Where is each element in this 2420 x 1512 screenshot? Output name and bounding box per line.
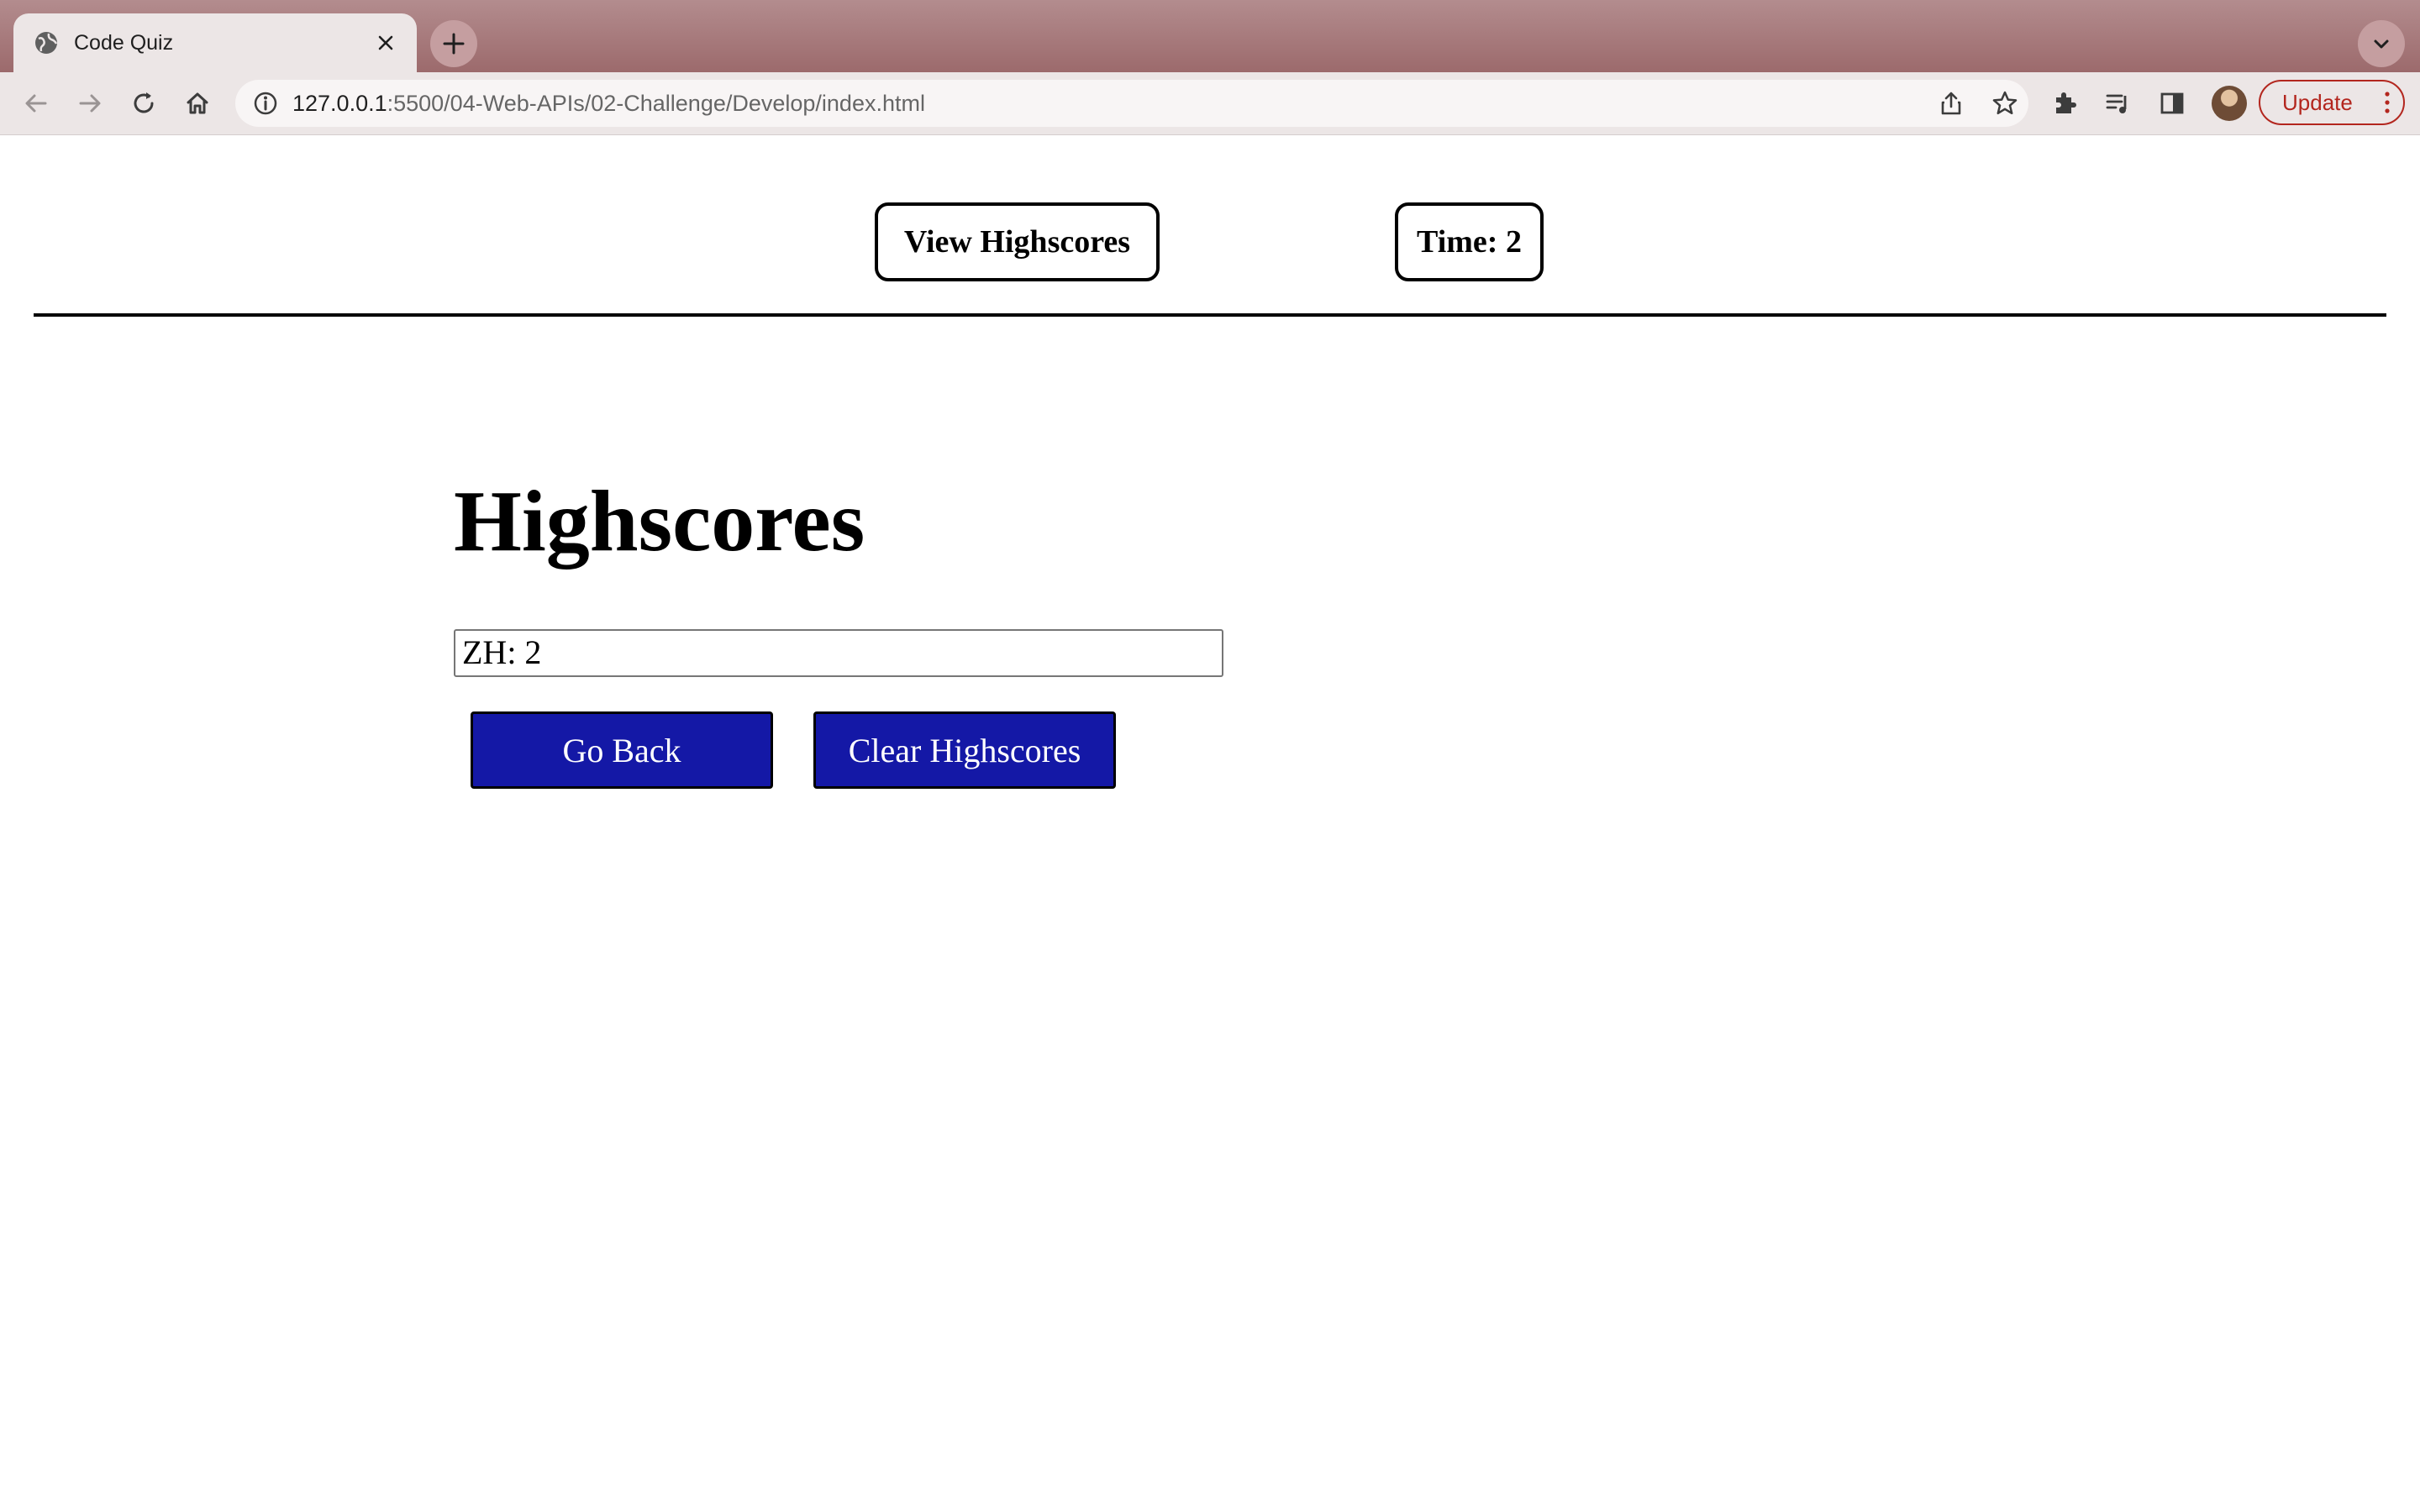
clear-highscores-button[interactable]: Clear Highscores bbox=[813, 711, 1116, 789]
close-icon[interactable] bbox=[371, 29, 400, 57]
chevron-down-icon bbox=[2374, 39, 2389, 49]
url-text: 127.0.0.1:5500/04-Web-APIs/02-Challenge/… bbox=[292, 90, 925, 117]
url-path: :5500/04-Web-APIs/02-Challenge/Develop/i… bbox=[387, 91, 925, 116]
timer-display: Time: 2 bbox=[1395, 202, 1544, 281]
share-icon[interactable] bbox=[1936, 88, 1966, 118]
plus-icon bbox=[443, 33, 465, 55]
new-tab-button[interactable] bbox=[430, 20, 477, 67]
home-icon[interactable] bbox=[180, 86, 215, 121]
bookmark-star-icon[interactable] bbox=[1990, 88, 2020, 118]
globe-icon bbox=[34, 30, 59, 55]
url-host: 127.0.0.1 bbox=[292, 91, 387, 116]
browser-tab-active[interactable]: Code Quiz bbox=[13, 13, 417, 72]
side-panel-icon[interactable] bbox=[2154, 86, 2190, 121]
page-title: Highscores bbox=[454, 473, 865, 570]
profile-avatar[interactable] bbox=[2212, 86, 2247, 121]
forward-arrow-icon[interactable] bbox=[72, 86, 108, 121]
media-queue-icon[interactable] bbox=[2101, 86, 2136, 121]
tab-title: Code Quiz bbox=[74, 31, 174, 55]
go-back-button[interactable]: Go Back bbox=[471, 711, 773, 789]
extensions-puzzle-icon[interactable] bbox=[2047, 86, 2082, 121]
view-highscores-link[interactable]: View Highscores bbox=[875, 202, 1160, 281]
update-button[interactable]: Update bbox=[2259, 80, 2405, 125]
browser-tabstrip: Code Quiz bbox=[0, 0, 2420, 72]
more-vert-icon bbox=[2385, 92, 2390, 113]
update-label: Update bbox=[2282, 90, 2353, 115]
site-info-icon[interactable] bbox=[252, 90, 279, 117]
back-arrow-icon[interactable] bbox=[18, 86, 54, 121]
address-bar[interactable]: 127.0.0.1:5500/04-Web-APIs/02-Challenge/… bbox=[235, 80, 2028, 127]
page-content: View Highscores Time: 2 Highscores ZH: 2… bbox=[0, 135, 2420, 1512]
reload-icon[interactable] bbox=[126, 86, 161, 121]
tab-search-button[interactable] bbox=[2358, 20, 2405, 67]
browser-toolbar: 127.0.0.1:5500/04-Web-APIs/02-Challenge/… bbox=[0, 72, 2420, 135]
highscores-list: ZH: 2 bbox=[454, 629, 1223, 677]
highscore-entry: ZH: 2 bbox=[462, 633, 542, 671]
header-divider bbox=[34, 313, 2386, 317]
